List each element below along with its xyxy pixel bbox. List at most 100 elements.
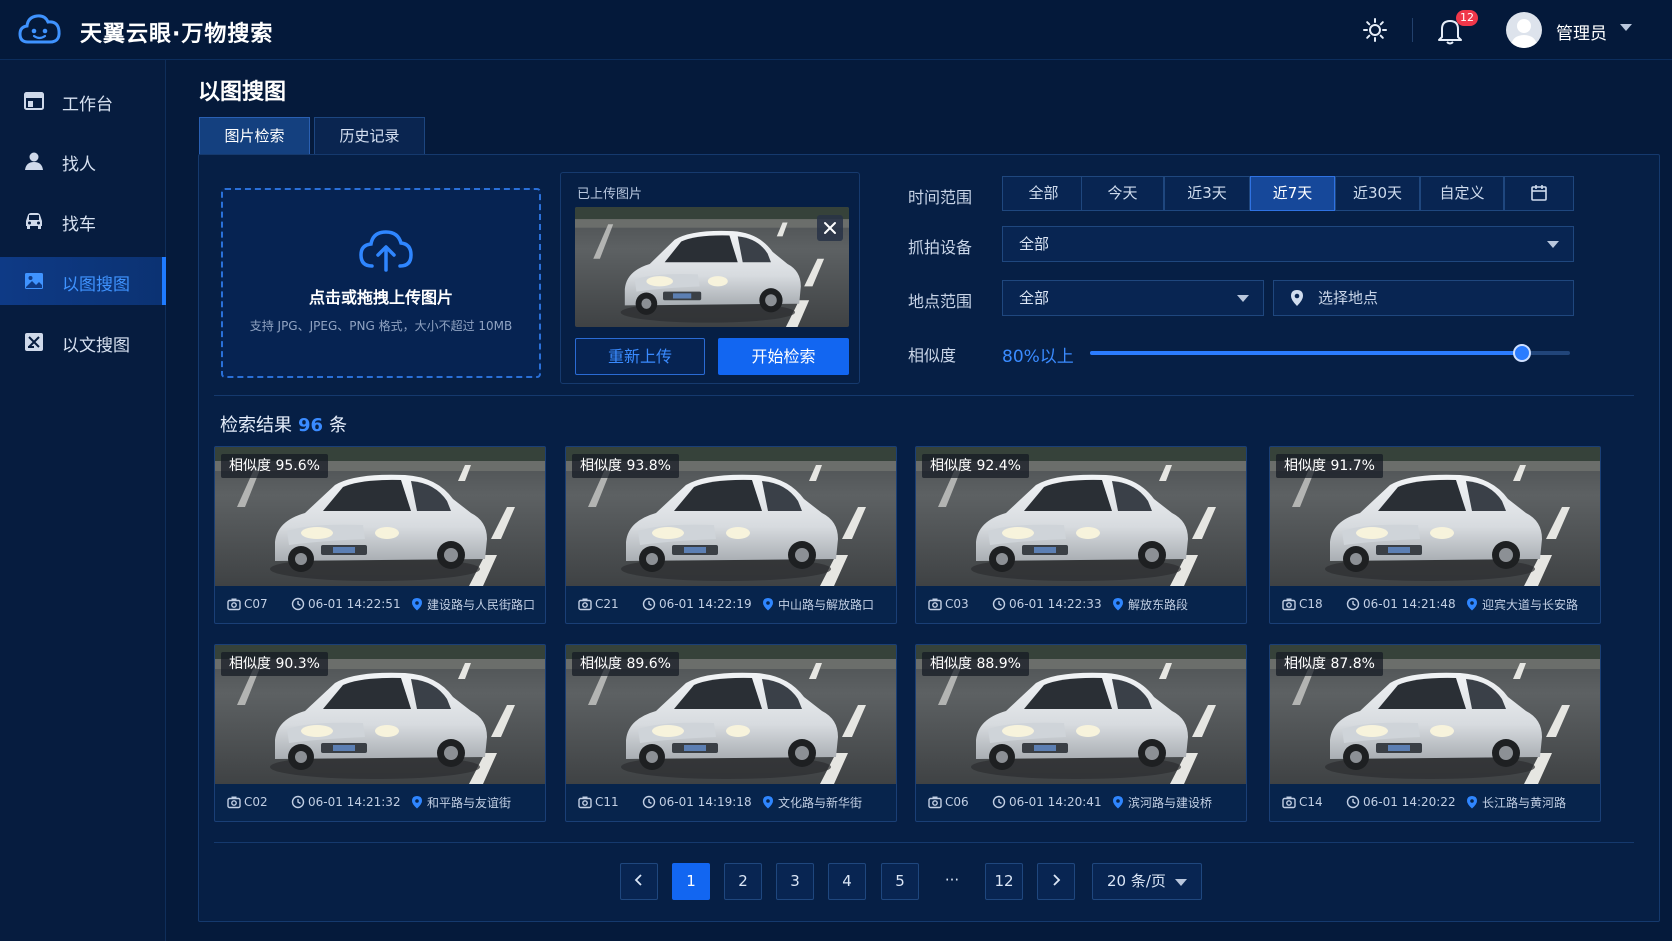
prev-page-button[interactable]: [620, 863, 658, 900]
capture-location[interactable]: 滨河路与建设桥: [1111, 795, 1213, 810]
sidebar-item-text-search[interactable]: 以文搜图: [0, 318, 166, 366]
similarity-tag: 相似度 89.6%: [572, 652, 679, 676]
result-card[interactable]: 相似度 91.7% C18 06-01 14:21:48 迎宾大道与长安路: [1269, 446, 1601, 624]
upload-dropzone[interactable]: 点击或拖拽上传图片 支持 JPG、JPEG、PNG 格式，大小不超过 10MB: [221, 188, 541, 378]
capture-time-text: 06-01 14:22:19: [659, 597, 752, 611]
capture-location[interactable]: 解放东路段: [1111, 597, 1189, 612]
capture-location[interactable]: 和平路与友谊街: [410, 795, 512, 810]
app-title: 天翼云眼·万物搜索: [80, 22, 274, 47]
time-option-all[interactable]: 全部: [1002, 176, 1085, 211]
result-meta: C14 06-01 14:20:22 长江路与黄河路: [1270, 784, 1600, 821]
capture-location[interactable]: 迎宾大道与长安路: [1465, 597, 1578, 612]
page-button-4[interactable]: 4: [828, 863, 866, 900]
header-divider: [1412, 18, 1413, 42]
uploaded-label: 已上传图片: [577, 187, 643, 202]
sidebar-item-image-search[interactable]: 以图搜图: [0, 257, 166, 305]
capture-time-text: 06-01 14:22:51: [308, 597, 401, 611]
location-select[interactable]: 全部: [1002, 280, 1264, 316]
similarity-label: 相似度: [908, 346, 957, 365]
reupload-button[interactable]: 重新上传: [575, 338, 705, 375]
capture-location-text: 解放东路段: [1128, 597, 1189, 612]
device-label: 抓拍设备: [908, 238, 973, 257]
capture-time: 06-01 14:19:18: [642, 795, 752, 809]
pagination-divider: [214, 842, 1634, 843]
time-option-custom[interactable]: 自定义: [1420, 176, 1504, 211]
clock-icon: [642, 795, 656, 809]
sidebar-item-dashboard[interactable]: 工作台: [0, 77, 166, 125]
result-meta: C21 06-01 14:22:19 中山路与解放路口: [566, 586, 896, 623]
chevron-right-icon: [1053, 874, 1061, 886]
similarity-slider-handle[interactable]: [1513, 344, 1531, 362]
camera-id: C14: [1282, 795, 1323, 809]
camera-id-text: C07: [244, 597, 268, 611]
select-location-input[interactable]: 选择地点: [1273, 280, 1574, 316]
time-option-30days[interactable]: 近30天: [1335, 176, 1420, 211]
capture-location[interactable]: 长江路与黄河路: [1465, 795, 1566, 810]
location-pin-icon: [763, 796, 773, 809]
capture-location-text: 滨河路与建设桥: [1128, 795, 1213, 810]
page-ellipsis: ···: [944, 871, 960, 889]
time-option-3days[interactable]: 近3天: [1164, 176, 1250, 211]
user-menu-caret-icon[interactable]: [1620, 24, 1632, 31]
camera-id-text: C02: [244, 795, 268, 809]
start-search-button[interactable]: 开始检索: [718, 338, 849, 375]
result-card[interactable]: 相似度 92.4% C03 06-01 14:22:33 解放东路段: [915, 446, 1247, 624]
capture-time: 06-01 14:20:41: [992, 795, 1102, 809]
time-option-today[interactable]: 今天: [1081, 176, 1164, 211]
result-card[interactable]: 相似度 89.6% C11 06-01 14:19:18 文化路与新华街: [565, 644, 897, 822]
dashboard-icon: [24, 92, 44, 110]
similarity-tag: 相似度 88.9%: [922, 652, 1029, 676]
device-select[interactable]: 全部: [1002, 226, 1574, 262]
sidebar-item-label: 找车: [62, 215, 96, 235]
result-card[interactable]: 相似度 90.3% C02 06-01 14:21:32 和平路与友谊街: [214, 644, 546, 822]
camera-id-text: C03: [945, 597, 969, 611]
capture-location-text: 和平路与友谊街: [427, 795, 512, 810]
page-button-12[interactable]: 12: [985, 863, 1023, 900]
capture-time: 06-01 14:22:51: [291, 597, 401, 611]
page-button-1[interactable]: 1: [672, 863, 710, 900]
result-card[interactable]: 相似度 95.6% C07 06-01 14:22:51 建设路与人民街路口: [214, 446, 546, 624]
capture-time-text: 06-01 14:20:22: [1363, 795, 1456, 809]
similarity-tag: 相似度 93.8%: [572, 454, 679, 478]
page-title: 以图搜图: [198, 80, 287, 105]
capture-time: 06-01 14:20:22: [1346, 795, 1456, 809]
result-card[interactable]: 相似度 93.8% C21 06-01 14:22:19 中山路与解放路口: [565, 446, 897, 624]
result-card[interactable]: 相似度 88.9% C06 06-01 14:20:41 滨河路与建设桥: [915, 644, 1247, 822]
time-option-7days[interactable]: 近7天: [1250, 176, 1335, 211]
capture-location[interactable]: 建设路与人民街路口: [410, 597, 536, 612]
theme-toggle-sun-icon[interactable]: [1362, 17, 1388, 43]
location-label: 地点范围: [908, 292, 973, 311]
capture-location[interactable]: 中山路与解放路口: [761, 597, 875, 612]
camera-id: C07: [227, 597, 268, 611]
camera-id: C21: [578, 597, 619, 611]
similarity-tag: 相似度 87.8%: [1276, 652, 1383, 676]
date-picker-button[interactable]: [1504, 176, 1574, 211]
location-pin-icon: [1467, 796, 1477, 809]
camera-id-text: C21: [595, 597, 619, 611]
remove-image-button[interactable]: [817, 215, 843, 241]
page-button-5[interactable]: 5: [881, 863, 919, 900]
camera-id: C03: [928, 597, 969, 611]
page-size-select[interactable]: 20 条/页: [1092, 863, 1202, 900]
result-meta: C07 06-01 14:22:51 建设路与人民街路口: [215, 586, 545, 623]
similarity-slider[interactable]: [1090, 344, 1570, 362]
tab-image-search[interactable]: 图片检索: [199, 117, 310, 155]
sidebar-item-find-car[interactable]: 找车: [0, 197, 166, 245]
capture-time-text: 06-01 14:20:41: [1009, 795, 1102, 809]
clock-icon: [291, 795, 305, 809]
clock-icon: [992, 597, 1006, 611]
page-button-2[interactable]: 2: [724, 863, 762, 900]
capture-location-text: 中山路与解放路口: [778, 597, 875, 612]
capture-location[interactable]: 文化路与新华街: [761, 795, 862, 810]
capture-location-text: 建设路与人民街路口: [427, 597, 536, 612]
next-page-button[interactable]: [1037, 863, 1075, 900]
camera-id-text: C11: [595, 795, 619, 809]
result-card[interactable]: 相似度 87.8% C14 06-01 14:20:22 长江路与黄河路: [1269, 644, 1601, 822]
tab-history[interactable]: 历史记录: [314, 117, 425, 155]
user-avatar[interactable]: [1506, 12, 1542, 48]
capture-time: 06-01 14:22:33: [992, 597, 1102, 611]
location-pin-icon: [1291, 290, 1303, 306]
page-button-3[interactable]: 3: [776, 863, 814, 900]
sidebar-item-find-person[interactable]: 找人: [0, 137, 166, 185]
username[interactable]: 管理员: [1556, 19, 1607, 44]
